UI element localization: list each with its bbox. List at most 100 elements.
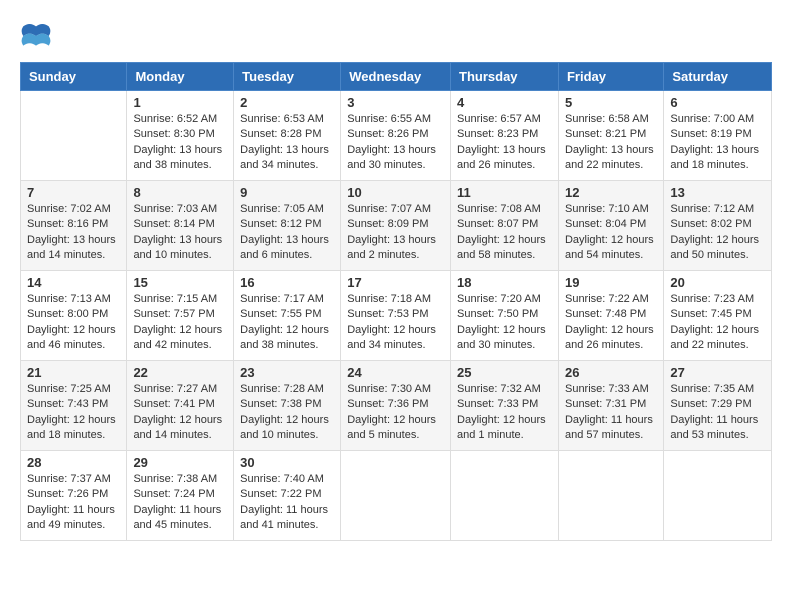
calendar-week-row: 28Sunrise: 7:37 AMSunset: 7:26 PMDayligh… — [21, 451, 772, 541]
daylight-text: Daylight: 13 hours and 18 minutes. — [670, 143, 765, 174]
calendar-cell: 26 Sunrise: 7:33 AMSunset: 7:31 PMDayligh… — [558, 361, 663, 451]
sunrise-text: Sunrise: 7:15 AM — [133, 292, 227, 307]
day-info: Sunrise: 6:57 AMSunset: 8:23 PMDaylight:… — [457, 112, 552, 174]
daylight-text: Daylight: 12 hours and 54 minutes. — [565, 233, 657, 264]
weekday-header: Tuesday — [234, 63, 341, 91]
day-number: 17 — [347, 275, 444, 290]
day-number: 11 — [457, 185, 552, 200]
sunrise-text: Sunrise: 7:27 AM — [133, 382, 227, 397]
calendar-cell: 12Sunrise: 7:10 AMSunset: 8:04 PMDayligh… — [558, 181, 663, 271]
sunrise-text: Sunrise: 6:53 AM — [240, 112, 334, 127]
sunrise-text: Sunrise: 7:35 AM — [670, 382, 765, 397]
day-number: 20 — [670, 275, 765, 290]
daylight-text: Daylight: 12 hours and 5 minutes. — [347, 413, 444, 444]
day-number: 8 — [133, 185, 227, 200]
calendar-week-row: 1Sunrise: 6:52 AMSunset: 8:30 PMDaylight… — [21, 91, 772, 181]
sunrise-text: Sunrise: 7:10 AM — [565, 202, 657, 217]
calendar-cell — [451, 451, 559, 541]
day-info: Sunrise: 7:37 AMSunset: 7:26 PMDaylight:… — [27, 472, 120, 534]
day-info: Sunrise: 7:28 AMSunset: 7:38 PMDaylight:… — [240, 382, 334, 444]
sunrise-text: Sunrise: 7:25 AM — [27, 382, 120, 397]
day-info: Sunrise: 7:17 AMSunset: 7:55 PMDaylight:… — [240, 292, 334, 354]
sunset-text: Sunset: 7:55 PM — [240, 307, 334, 322]
sunrise-text: Sunrise: 7:23 AM — [670, 292, 765, 307]
calendar-cell: 18Sunrise: 7:20 AMSunset: 7:50 PMDayligh… — [451, 271, 559, 361]
day-number: 14 — [27, 275, 120, 290]
calendar-cell: 28Sunrise: 7:37 AMSunset: 7:26 PMDayligh… — [21, 451, 127, 541]
day-info: Sunrise: 7:07 AMSunset: 8:09 PMDaylight:… — [347, 202, 444, 264]
day-info: Sunrise: 7:15 AMSunset: 7:57 PMDaylight:… — [133, 292, 227, 354]
daylight-text: Daylight: 11 hours and 41 minutes. — [240, 503, 334, 534]
daylight-text: Daylight: 12 hours and 50 minutes. — [670, 233, 765, 264]
logo-icon — [20, 20, 52, 52]
sunset-text: Sunset: 8:00 PM — [27, 307, 120, 322]
daylight-text: Daylight: 11 hours and 53 minutes. — [670, 413, 765, 444]
day-info: Sunrise: 7:25 AMSunset: 7:43 PMDaylight:… — [27, 382, 120, 444]
day-number: 10 — [347, 185, 444, 200]
daylight-text: Daylight: 12 hours and 34 minutes. — [347, 323, 444, 354]
logo — [20, 20, 56, 52]
sunrise-text: Sunrise: 6:57 AM — [457, 112, 552, 127]
daylight-text: Daylight: 13 hours and 38 minutes. — [133, 143, 227, 174]
day-info: Sunrise: 7:02 AMSunset: 8:16 PMDaylight:… — [27, 202, 120, 264]
sunrise-text: Sunrise: 7:03 AM — [133, 202, 227, 217]
day-number: 15 — [133, 275, 227, 290]
day-info: Sunrise: 7:00 AMSunset: 8:19 PMDaylight:… — [670, 112, 765, 174]
daylight-text: Daylight: 12 hours and 18 minutes. — [27, 413, 120, 444]
calendar-cell: 17Sunrise: 7:18 AMSunset: 7:53 PMDayligh… — [341, 271, 451, 361]
daylight-text: Daylight: 13 hours and 2 minutes. — [347, 233, 444, 264]
day-number: 9 — [240, 185, 334, 200]
day-info: Sunrise: 7:05 AMSunset: 8:12 PMDaylight:… — [240, 202, 334, 264]
weekday-header-row: SundayMondayTuesdayWednesdayThursdayFrid… — [21, 63, 772, 91]
sunset-text: Sunset: 7:50 PM — [457, 307, 552, 322]
calendar-cell: 30Sunrise: 7:40 AMSunset: 7:22 PMDayligh… — [234, 451, 341, 541]
calendar-table: SundayMondayTuesdayWednesdayThursdayFrid… — [20, 62, 772, 541]
calendar-cell: 25Sunrise: 7:32 AMSunset: 7:33 PMDayligh… — [451, 361, 559, 451]
sunset-text: Sunset: 8:30 PM — [133, 127, 227, 142]
day-number: 13 — [670, 185, 765, 200]
day-number: 5 — [565, 95, 657, 110]
day-info: Sunrise: 7:22 AMSunset: 7:48 PMDaylight:… — [565, 292, 657, 354]
day-number: 6 — [670, 95, 765, 110]
sunrise-text: Sunrise: 7:28 AM — [240, 382, 334, 397]
day-info: Sunrise: 7:33 AMSunset: 7:31 PMDaylight:… — [565, 382, 657, 444]
daylight-text: Daylight: 13 hours and 34 minutes. — [240, 143, 334, 174]
sunrise-text: Sunrise: 7:17 AM — [240, 292, 334, 307]
daylight-text: Daylight: 13 hours and 14 minutes. — [27, 233, 120, 264]
sunset-text: Sunset: 7:57 PM — [133, 307, 227, 322]
day-info: Sunrise: 7:23 AMSunset: 7:45 PMDaylight:… — [670, 292, 765, 354]
sunrise-text: Sunrise: 7:37 AM — [27, 472, 120, 487]
daylight-text: Daylight: 12 hours and 1 minute. — [457, 413, 552, 444]
sunset-text: Sunset: 8:12 PM — [240, 217, 334, 232]
day-number: 3 — [347, 95, 444, 110]
calendar-cell: 22Sunrise: 7:27 AMSunset: 7:41 PMDayligh… — [127, 361, 234, 451]
calendar-cell: 15 Sunrise: 7:15 AMSunset: 7:57 PMDayligh… — [127, 271, 234, 361]
day-number: 26 — [565, 365, 657, 380]
sunset-text: Sunset: 7:53 PM — [347, 307, 444, 322]
daylight-text: Daylight: 12 hours and 46 minutes. — [27, 323, 120, 354]
calendar-cell: 8Sunrise: 7:03 AMSunset: 8:14 PMDaylight… — [127, 181, 234, 271]
sunset-text: Sunset: 8:09 PM — [347, 217, 444, 232]
calendar-cell: 27Sunrise: 7:35 AMSunset: 7:29 PMDayligh… — [664, 361, 772, 451]
page-header — [20, 20, 772, 52]
calendar-cell — [664, 451, 772, 541]
sunrise-text: Sunrise: 6:55 AM — [347, 112, 444, 127]
calendar-cell: 29Sunrise: 7:38 AMSunset: 7:24 PMDayligh… — [127, 451, 234, 541]
calendar-cell: 7Sunrise: 7:02 AMSunset: 8:16 PMDaylight… — [21, 181, 127, 271]
calendar-cell: 4Sunrise: 6:57 AMSunset: 8:23 PMDaylight… — [451, 91, 559, 181]
day-info: Sunrise: 7:30 AMSunset: 7:36 PMDaylight:… — [347, 382, 444, 444]
sunset-text: Sunset: 7:45 PM — [670, 307, 765, 322]
weekday-header: Wednesday — [341, 63, 451, 91]
calendar-cell: 21Sunrise: 7:25 AMSunset: 7:43 PMDayligh… — [21, 361, 127, 451]
day-info: Sunrise: 6:55 AMSunset: 8:26 PMDaylight:… — [347, 112, 444, 174]
daylight-text: Daylight: 13 hours and 10 minutes. — [133, 233, 227, 264]
daylight-text: Daylight: 11 hours and 49 minutes. — [27, 503, 120, 534]
calendar-cell — [21, 91, 127, 181]
daylight-text: Daylight: 12 hours and 10 minutes. — [240, 413, 334, 444]
daylight-text: Daylight: 13 hours and 26 minutes. — [457, 143, 552, 174]
calendar-week-row: 7Sunrise: 7:02 AMSunset: 8:16 PMDaylight… — [21, 181, 772, 271]
day-number: 16 — [240, 275, 334, 290]
daylight-text: Daylight: 13 hours and 30 minutes. — [347, 143, 444, 174]
sunset-text: Sunset: 7:22 PM — [240, 487, 334, 502]
day-number: 19 — [565, 275, 657, 290]
